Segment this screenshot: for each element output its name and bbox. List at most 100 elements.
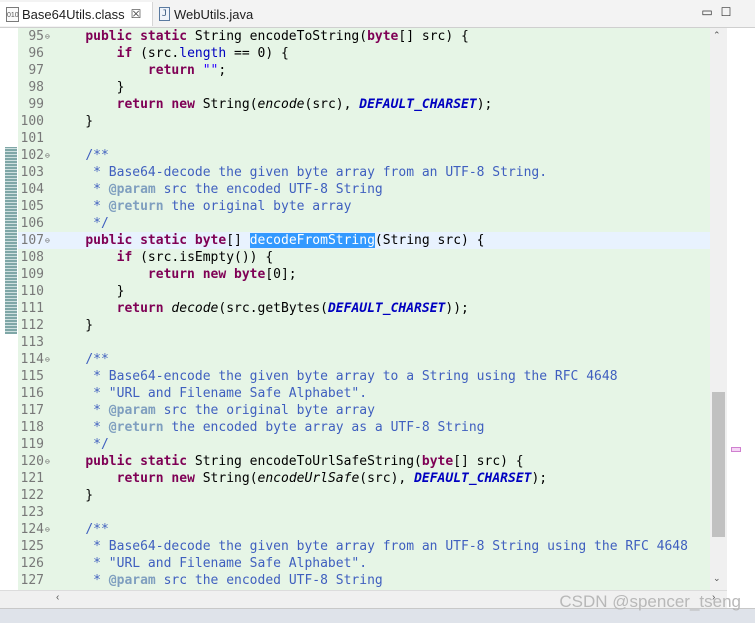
scroll-up-icon[interactable]: ⌃ bbox=[713, 30, 721, 41]
code-text[interactable]: } bbox=[54, 113, 93, 130]
code-text[interactable]: public static String encodeToString(byte… bbox=[54, 28, 469, 45]
code-line[interactable]: 97 return ""; bbox=[18, 62, 727, 79]
code-line[interactable]: 102 ⊖ /** bbox=[18, 147, 727, 164]
code-text[interactable]: } bbox=[54, 79, 125, 96]
code-line[interactable]: 116 * "URL and Filename Safe Alphabet". bbox=[18, 385, 727, 402]
code-text[interactable]: * Base64-decode the given byte array fro… bbox=[54, 164, 547, 181]
code-line[interactable]: 110 } bbox=[18, 283, 727, 300]
code-line[interactable]: 118 * @return the encoded byte array as … bbox=[18, 419, 727, 436]
code-text[interactable]: } bbox=[54, 487, 93, 504]
code-line[interactable]: 114 ⊖ /** bbox=[18, 351, 727, 368]
code-text[interactable]: * @param src the encoded UTF-8 String bbox=[54, 181, 383, 198]
code-line[interactable]: 111 return decode(src.getBytes(DEFAULT_C… bbox=[18, 300, 727, 317]
close-icon[interactable]: ☒ bbox=[131, 7, 142, 21]
code-line[interactable]: 117 * @param src the original byte array bbox=[18, 402, 727, 419]
line-number: 125 bbox=[20, 539, 44, 554]
tab-label: WebUtils.java bbox=[174, 6, 254, 22]
line-number: 126 bbox=[20, 556, 44, 571]
code-text[interactable]: } bbox=[54, 283, 125, 300]
code-line[interactable]: 115 * Base64-encode the given byte array… bbox=[18, 368, 727, 385]
tab-webutils-java[interactable]: J WebUtils.java bbox=[155, 2, 285, 26]
code-text[interactable]: } bbox=[54, 317, 93, 334]
maximize-icon[interactable]: ☐ bbox=[719, 5, 733, 19]
code-text[interactable]: * Base64-decode the given byte array fro… bbox=[54, 538, 688, 555]
line-number: 111 bbox=[20, 301, 44, 316]
code-text[interactable]: * @return the encoded byte array as a UT… bbox=[54, 419, 484, 436]
line-number: 117 bbox=[20, 403, 44, 418]
code-text[interactable]: return ""; bbox=[54, 62, 226, 79]
code-text[interactable]: * "URL and Filename Safe Alphabet". bbox=[54, 555, 367, 572]
code-line[interactable]: 126 * "URL and Filename Safe Alphabet". bbox=[18, 555, 727, 572]
code-line[interactable]: 109 return new byte[0]; bbox=[18, 266, 727, 283]
code-line[interactable]: 125 * Base64-decode the given byte array… bbox=[18, 538, 727, 555]
code-text[interactable]: return new byte[0]; bbox=[54, 266, 297, 283]
line-number: 107 bbox=[20, 233, 44, 248]
code-line[interactable]: 120 ⊖ public static String encodeToUrlSaf… bbox=[18, 453, 727, 470]
code-line[interactable]: 121 return new String(encodeUrlSafe(src)… bbox=[18, 470, 727, 487]
line-number: 120 bbox=[20, 454, 44, 469]
code-line[interactable]: 100 } bbox=[18, 113, 727, 130]
code-line[interactable]: 107 ⊖ public static byte[] decodeFromStri… bbox=[18, 232, 727, 249]
java-file-icon: J bbox=[159, 7, 170, 21]
code-text[interactable]: */ bbox=[54, 436, 109, 453]
class-file-icon: 010 bbox=[6, 6, 19, 22]
code-text[interactable]: public static byte[] decodeFromString(St… bbox=[54, 232, 485, 249]
code-text[interactable]: * Base64-encode the given byte array to … bbox=[54, 368, 617, 385]
watermark: CSDN @spencer_tseng bbox=[559, 592, 741, 611]
code-line[interactable]: 101 bbox=[18, 130, 727, 147]
code-line[interactable]: 112 } bbox=[18, 317, 727, 334]
line-number: 116 bbox=[20, 386, 44, 401]
quick-diff-marker bbox=[5, 147, 17, 334]
code-line[interactable]: 105 * @return the original byte array bbox=[18, 198, 727, 215]
code-line[interactable]: 95 ⊖ public static String encodeToString(… bbox=[18, 28, 727, 45]
line-number: 97 bbox=[28, 63, 44, 78]
code-text[interactable]: * @param src the original byte array bbox=[54, 402, 375, 419]
tab-label: Base64Utils.class bbox=[22, 6, 125, 22]
line-number: 118 bbox=[20, 420, 44, 435]
line-number: 123 bbox=[20, 505, 44, 520]
scroll-left-icon[interactable]: ‹ bbox=[56, 592, 59, 603]
code-text[interactable]: return new String(encodeUrlSafe(src), DE… bbox=[54, 470, 548, 487]
line-number: 115 bbox=[20, 369, 44, 384]
occurrence-marker[interactable] bbox=[731, 447, 741, 452]
code-text[interactable]: if (src.length == 0) { bbox=[54, 45, 289, 62]
overview-ruler[interactable] bbox=[728, 28, 755, 590]
code-editor[interactable]: 95 ⊖ public static String encodeToString(… bbox=[0, 28, 727, 590]
code-line[interactable]: 113 bbox=[18, 334, 727, 351]
code-content[interactable]: 95 ⊖ public static String encodeToString(… bbox=[18, 28, 727, 590]
code-text[interactable]: */ bbox=[54, 215, 109, 232]
code-line[interactable]: 106 */ bbox=[18, 215, 727, 232]
code-text[interactable]: /** bbox=[54, 521, 108, 538]
code-line[interactable]: 123 bbox=[18, 504, 727, 521]
code-text[interactable]: /** bbox=[54, 147, 108, 164]
minimize-icon[interactable]: ▭ bbox=[700, 5, 714, 19]
code-text[interactable]: return new String(encode(src), DEFAULT_C… bbox=[54, 96, 493, 113]
scrollbar-thumb[interactable] bbox=[712, 392, 725, 537]
editor-tab-bar: 010 Base64Utils.class ☒ J WebUtils.java … bbox=[0, 0, 755, 28]
code-text[interactable]: public static String encodeToUrlSafeStri… bbox=[54, 453, 523, 470]
code-line[interactable]: 127 * @param src the encoded UTF-8 Strin… bbox=[18, 572, 727, 589]
tab-base64utils-class[interactable]: 010 Base64Utils.class ☒ bbox=[0, 2, 153, 26]
code-line[interactable]: 98 } bbox=[18, 79, 727, 96]
code-text[interactable]: * "URL and Filename Safe Alphabet". bbox=[54, 385, 367, 402]
line-number: 124 bbox=[20, 522, 44, 537]
code-line[interactable]: 108 if (src.isEmpty()) { bbox=[18, 249, 727, 266]
code-line[interactable]: 119 */ bbox=[18, 436, 727, 453]
code-line[interactable]: 104 * @param src the encoded UTF-8 Strin… bbox=[18, 181, 727, 198]
code-text[interactable]: if (src.isEmpty()) { bbox=[54, 249, 274, 266]
code-text[interactable]: /** bbox=[54, 351, 108, 368]
code-text[interactable]: * @param src the encoded UTF-8 String bbox=[54, 572, 383, 589]
code-line[interactable]: 103 * Base64-decode the given byte array… bbox=[18, 164, 727, 181]
code-line[interactable]: 99 return new String(encode(src), DEFAUL… bbox=[18, 96, 727, 113]
code-line[interactable]: 124 ⊖ /** bbox=[18, 521, 727, 538]
code-text[interactable]: * @return the original byte array bbox=[54, 198, 351, 215]
code-line[interactable]: 122 } bbox=[18, 487, 727, 504]
code-text[interactable]: return decode(src.getBytes(DEFAULT_CHARS… bbox=[54, 300, 469, 317]
line-number: 108 bbox=[20, 250, 44, 265]
vertical-scrollbar[interactable]: ⌃ ⌄ bbox=[710, 28, 727, 590]
line-number: 112 bbox=[20, 318, 44, 333]
line-number: 105 bbox=[20, 199, 44, 214]
code-line[interactable]: 96 if (src.length == 0) { bbox=[18, 45, 727, 62]
scroll-down-icon[interactable]: ⌄ bbox=[713, 573, 721, 584]
line-number: 127 bbox=[20, 573, 44, 588]
